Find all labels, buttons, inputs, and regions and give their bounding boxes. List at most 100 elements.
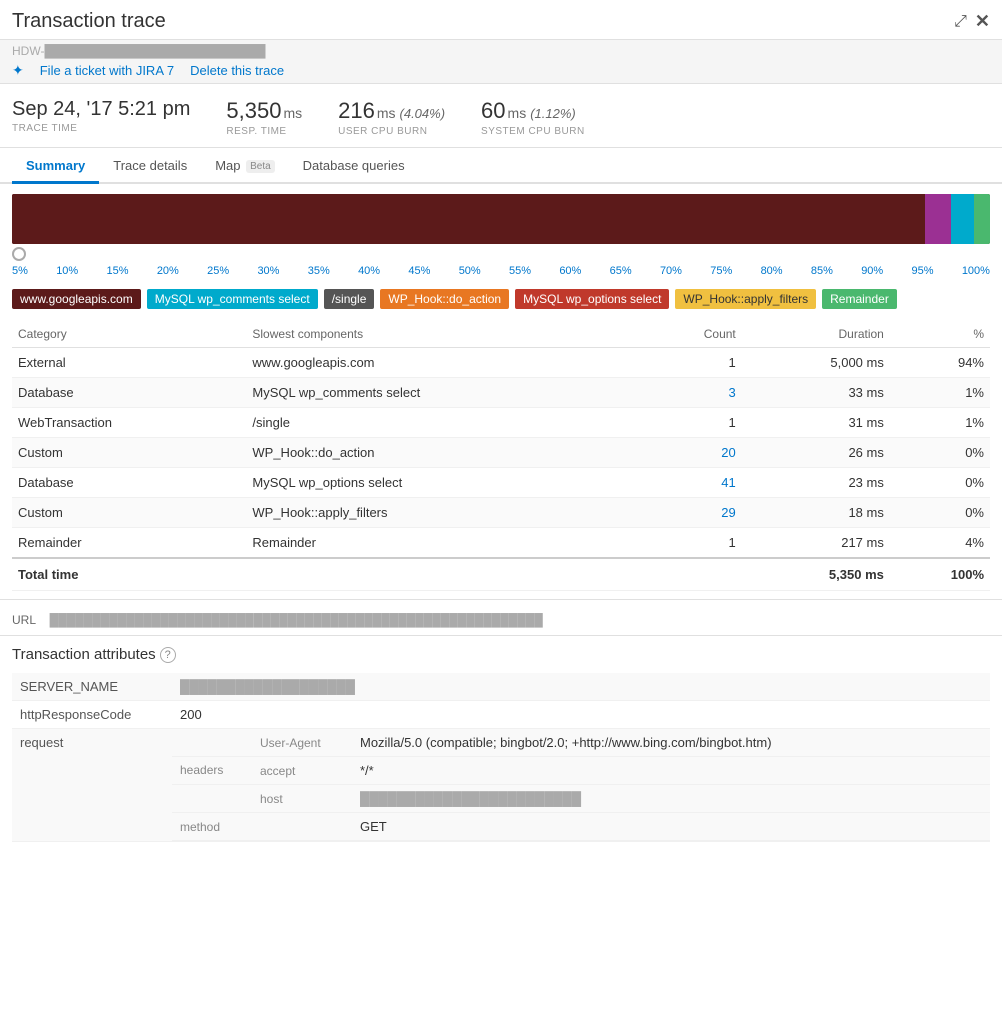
cell-category: Database xyxy=(12,378,246,408)
cell-duration: 33 ms xyxy=(742,378,890,408)
table-row: Custom WP_Hook::do_action 20 26 ms 0% xyxy=(12,438,990,468)
cell-category: Remainder xyxy=(12,528,246,559)
tab-map[interactable]: Map Beta xyxy=(201,150,288,184)
attr-row-request: request User-Agent Mozilla/5.0 (compatib… xyxy=(12,729,990,842)
legend-item-googleapis[interactable]: www.googleapis.com xyxy=(12,289,141,309)
attr-subval-accept: */* xyxy=(352,757,990,785)
cell-count: 1 xyxy=(644,408,741,438)
cell-component: /single xyxy=(246,408,644,438)
resp-time-metric: 5,350ms RESP. TIME xyxy=(226,98,302,137)
cpu-burn-label: USER CPU BURN xyxy=(338,126,445,137)
attr-row-method: method GET xyxy=(172,813,990,841)
cell-pct: 0% xyxy=(890,468,990,498)
timeline-segment-3 xyxy=(951,194,974,244)
col-header-duration: Duration xyxy=(742,319,890,348)
cell-category: Database xyxy=(12,468,246,498)
table-row: Custom WP_Hook::apply_filters 29 18 ms 0… xyxy=(12,498,990,528)
cell-pct: 4% xyxy=(890,528,990,559)
resp-time-label: RESP. TIME xyxy=(226,126,302,137)
attr-key-server: SERVER_NAME xyxy=(12,673,172,701)
cell-count: 29 xyxy=(644,498,741,528)
attr-row-useragent: User-Agent Mozilla/5.0 (compatible; bing… xyxy=(172,729,990,757)
col-header-pct: % xyxy=(890,319,990,348)
metrics-section: Sep 24, '17 5:21 pm TRACE TIME 5,350ms R… xyxy=(0,84,1002,148)
hostname: HDW-██████████████████████████ xyxy=(12,44,990,58)
sys-cpu-metric: 60ms(1.12%) SYSTEM CPU BURN xyxy=(481,98,585,137)
legend-item-single[interactable]: /single xyxy=(324,289,375,309)
attr-val-request: User-Agent Mozilla/5.0 (compatible; bing… xyxy=(172,729,990,842)
cell-duration: 26 ms xyxy=(742,438,890,468)
attr-key-method: method xyxy=(172,813,252,841)
attr-key-headers-label: headers xyxy=(172,757,252,785)
col-header-category: Category xyxy=(12,319,246,348)
cell-component: WP_Hook::do_action xyxy=(246,438,644,468)
cell-count: 1 xyxy=(644,528,741,559)
resp-time-value: 5,350ms xyxy=(226,98,302,124)
expand-button[interactable]: ⤢ xyxy=(954,13,967,31)
cell-count: 3 xyxy=(644,378,741,408)
timeline-segment-2 xyxy=(925,194,950,244)
total-label: Total time xyxy=(12,558,644,591)
table-section: Category Slowest components Count Durati… xyxy=(0,319,1002,591)
cell-pct: 1% xyxy=(890,408,990,438)
close-button[interactable]: ✕ xyxy=(975,11,990,32)
timeline-circle xyxy=(12,247,26,261)
timeline-section: 5% 10% 15% 20% 25% 30% 35% 40% 45% 50% 5… xyxy=(0,184,1002,283)
timeline-markers: 5% 10% 15% 20% 25% 30% 35% 40% 45% 50% 5… xyxy=(12,263,990,279)
cpu-burn-metric: 216ms(4.04%) USER CPU BURN xyxy=(338,98,445,137)
attr-title: Transaction attributes ? xyxy=(12,646,990,663)
attr-row-accept: headers accept */* xyxy=(172,757,990,785)
url-value: ████████████████████████████████████████… xyxy=(50,613,543,627)
legend-item-mysql-options[interactable]: MySQL wp_options select xyxy=(515,289,669,309)
legend-item-remainder[interactable]: Remainder xyxy=(822,289,897,309)
cell-category: WebTransaction xyxy=(12,408,246,438)
table-row: Database MySQL wp_options select 41 23 m… xyxy=(12,468,990,498)
attr-key-headers xyxy=(172,729,252,757)
tab-trace-details[interactable]: Trace details xyxy=(99,150,201,184)
help-icon[interactable]: ? xyxy=(160,647,176,663)
sys-cpu-label: SYSTEM CPU BURN xyxy=(481,126,585,137)
tab-database-queries[interactable]: Database queries xyxy=(289,150,419,184)
table-row: WebTransaction /single 1 31 ms 1% xyxy=(12,408,990,438)
legend-item-apply-filters[interactable]: WP_Hook::apply_filters xyxy=(675,289,816,309)
cell-count: 1 xyxy=(644,348,741,378)
tabs-bar: Summary Trace details Map Beta Database … xyxy=(0,150,1002,184)
trace-time-value: Sep 24, '17 5:21 pm xyxy=(12,98,190,121)
attr-row-server-name: SERVER_NAME ███████████████████ xyxy=(12,673,990,701)
table-total-row: Total time 5,350 ms 100% xyxy=(12,558,990,591)
table-row: External www.googleapis.com 1 5,000 ms 9… xyxy=(12,348,990,378)
cell-component: MySQL wp_comments select xyxy=(246,378,644,408)
tab-summary[interactable]: Summary xyxy=(12,150,99,184)
total-duration: 5,350 ms xyxy=(742,558,890,591)
cell-component: Remainder xyxy=(246,528,644,559)
attr-row-host: host ████████████████████████ xyxy=(172,785,990,813)
header: Transaction trace ⤢ ✕ xyxy=(0,0,1002,40)
cell-duration: 5,000 ms xyxy=(742,348,890,378)
attr-subval-useragent: Mozilla/5.0 (compatible; bingbot/2.0; +h… xyxy=(352,729,990,757)
cell-pct: 94% xyxy=(890,348,990,378)
sys-cpu-value: 60ms(1.12%) xyxy=(481,98,585,124)
cell-category: Custom xyxy=(12,498,246,528)
attr-subkey-host: host xyxy=(252,785,352,813)
header-controls: ⤢ ✕ xyxy=(954,11,990,32)
cell-pct: 0% xyxy=(890,438,990,468)
delete-trace-button[interactable]: Delete this trace xyxy=(190,63,284,78)
cell-count: 41 xyxy=(644,468,741,498)
timeline-bar xyxy=(12,194,990,244)
legend-item-do-action[interactable]: WP_Hook::do_action xyxy=(380,289,509,309)
transaction-attributes-section: Transaction attributes ? SERVER_NAME ███… xyxy=(0,635,1002,852)
timeline-segment-1 xyxy=(12,194,925,244)
trace-time-label: TRACE TIME xyxy=(12,123,190,134)
legend-item-mysql-comments[interactable]: MySQL wp_comments select xyxy=(147,289,318,309)
attr-subkey-accept: accept xyxy=(252,757,352,785)
attr-subval-host: ████████████████████████ xyxy=(352,785,990,813)
trace-time-metric: Sep 24, '17 5:21 pm TRACE TIME xyxy=(12,98,190,134)
attr-val-server: ███████████████████ xyxy=(172,673,990,701)
toolbar: ✦ File a ticket with JIRA 7 Delete this … xyxy=(12,62,990,79)
cell-count: 20 xyxy=(644,438,741,468)
cell-component: WP_Hook::apply_filters xyxy=(246,498,644,528)
cpu-burn-value: 216ms(4.04%) xyxy=(338,98,445,124)
attr-table: SERVER_NAME ███████████████████ httpResp… xyxy=(12,673,990,842)
jira-button[interactable]: File a ticket with JIRA 7 xyxy=(40,63,174,78)
attr-subkey-method xyxy=(252,813,352,841)
